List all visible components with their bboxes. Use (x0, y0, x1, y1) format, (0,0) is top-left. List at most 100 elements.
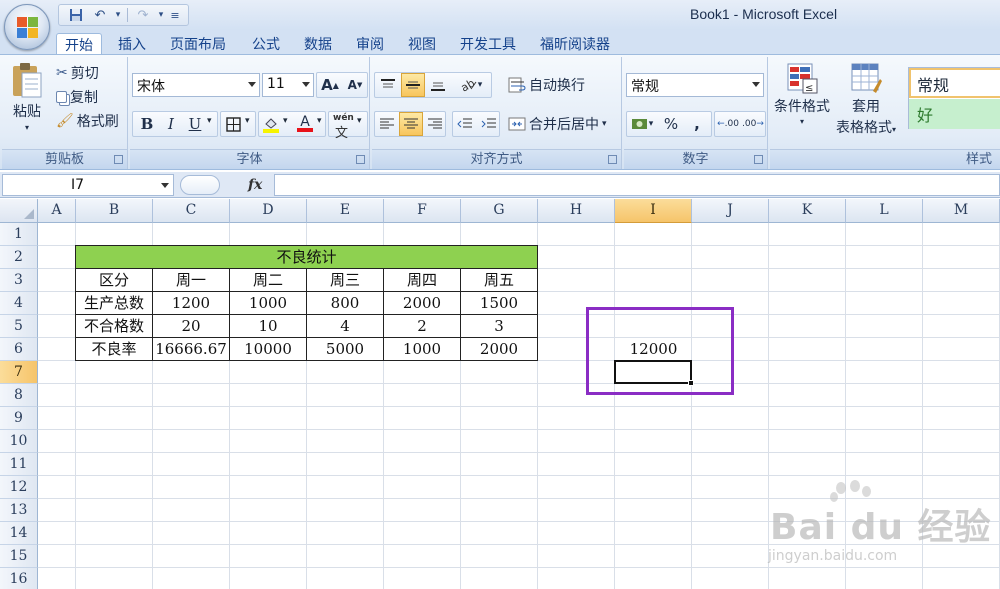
underline-button[interactable]: U (183, 112, 207, 136)
tab-view[interactable]: 视图 (400, 33, 444, 54)
undo-icon[interactable]: ↶ (89, 6, 111, 24)
borders-button[interactable]: ▾ (220, 111, 256, 137)
table-header-cell[interactable]: 周五 (461, 269, 538, 292)
align-left-icon[interactable] (375, 112, 399, 136)
formula-input[interactable] (274, 174, 1000, 196)
copy-button[interactable]: 复制 (56, 87, 98, 107)
shrink-font-button[interactable]: A ▼ (343, 73, 367, 97)
table-cell[interactable]: 20 (153, 315, 230, 338)
column-header-d[interactable]: D (230, 199, 307, 223)
table-header-cell[interactable]: 周三 (307, 269, 384, 292)
table-cell[interactable]: 10000 (230, 338, 307, 361)
align-middle-icon[interactable] (401, 73, 425, 97)
column-header-m[interactable]: M (923, 199, 1000, 223)
paste-button[interactable]: 粘贴 ▾ (10, 61, 44, 132)
decrease-decimal-button[interactable]: .00 → (741, 112, 765, 136)
row-header-11[interactable]: 11 (0, 453, 38, 476)
number-launcher-icon[interactable] (754, 155, 763, 164)
row-header-4[interactable]: 4 (0, 292, 38, 315)
table-title-cell[interactable]: 不良统计 (76, 246, 538, 269)
column-header-k[interactable]: K (769, 199, 846, 223)
row-header-8[interactable]: 8 (0, 384, 38, 407)
increase-indent-icon[interactable] (477, 112, 501, 136)
tab-review[interactable]: 审阅 (348, 33, 392, 54)
redo-icon[interactable]: ↷ (132, 6, 154, 24)
number-format-select[interactable]: 常规 (626, 73, 764, 97)
table-cell[interactable]: 16666.67 (153, 338, 230, 361)
font-color-button[interactable]: A (293, 112, 317, 136)
table-cell[interactable]: 1200 (153, 292, 230, 315)
row-header-15[interactable]: 15 (0, 545, 38, 568)
currency-button[interactable]: ▾ (627, 112, 657, 136)
column-header-a[interactable]: A (38, 199, 76, 223)
row-header-7[interactable]: 7 (0, 361, 38, 384)
table-header-cell[interactable]: 周一 (153, 269, 230, 292)
chevron-down-icon[interactable]: ▾ (113, 6, 123, 24)
row-header-9[interactable]: 9 (0, 407, 38, 430)
format-painter-button[interactable]: 🖌 格式刷 (56, 111, 119, 131)
name-box[interactable]: I7 (2, 174, 174, 196)
customize-qat-icon[interactable]: ≡ (168, 6, 182, 24)
column-header-l[interactable]: L (846, 199, 923, 223)
row-header-5[interactable]: 5 (0, 315, 38, 338)
table-header-cell[interactable]: 区分 (76, 269, 153, 292)
chevron-down-icon[interactable]: ▾ (156, 6, 166, 24)
column-header-g[interactable]: G (461, 199, 538, 223)
clipboard-launcher-icon[interactable] (114, 155, 123, 164)
table-cell[interactable]: 不合格数 (76, 315, 153, 338)
office-button[interactable] (4, 4, 50, 50)
align-center-icon[interactable] (399, 112, 423, 136)
align-bottom-icon[interactable] (426, 73, 450, 97)
table-cell[interactable]: 3 (461, 315, 538, 338)
chevron-down-icon[interactable]: ▾ (317, 116, 322, 126)
table-cell[interactable]: 10 (230, 315, 307, 338)
grow-font-button[interactable]: A ▲ (318, 73, 342, 97)
align-right-icon[interactable] (423, 112, 447, 136)
table-cell[interactable]: 不良率 (76, 338, 153, 361)
column-header-b[interactable]: B (76, 199, 153, 223)
insert-function-button[interactable]: fx (248, 177, 262, 193)
decrease-indent-icon[interactable] (453, 112, 477, 136)
column-header-e[interactable]: E (307, 199, 384, 223)
formula-pill[interactable] (180, 175, 220, 195)
percent-button[interactable]: % (659, 112, 683, 136)
table-header-cell[interactable]: 周二 (230, 269, 307, 292)
chevron-down-icon[interactable]: ▾ (207, 116, 212, 126)
wrap-text-button[interactable]: 自动换行 (508, 75, 585, 95)
merge-center-button[interactable]: 合并后居中 ▾ (508, 114, 607, 134)
format-as-table-button[interactable]: 套用 表格格式▾ (836, 61, 896, 137)
conditional-format-button[interactable]: ≤ 条件格式 ▾ (774, 61, 830, 126)
table-cell[interactable]: 5000 (307, 338, 384, 361)
table-cell[interactable]: 1000 (230, 292, 307, 315)
table-cell[interactable]: 生产总数 (76, 292, 153, 315)
row-header-1[interactable]: 1 (0, 223, 38, 246)
orientation-icon[interactable]: ab ▾ (455, 73, 487, 97)
table-cell[interactable]: 800 (307, 292, 384, 315)
alignment-launcher-icon[interactable] (608, 155, 617, 164)
save-icon[interactable] (65, 6, 87, 24)
table-cell[interactable]: 1500 (461, 292, 538, 315)
font-launcher-icon[interactable] (356, 155, 365, 164)
comma-button[interactable]: , (685, 112, 709, 136)
row-header-10[interactable]: 10 (0, 430, 38, 453)
tab-home[interactable]: 开始 (56, 33, 102, 54)
tab-foxit-reader[interactable]: 福昕阅读器 (532, 33, 618, 54)
fill-color-button[interactable] (259, 112, 283, 136)
table-cell[interactable]: 1000 (384, 338, 461, 361)
style-good[interactable]: 好 (909, 99, 1000, 129)
row-header-6[interactable]: 6 (0, 338, 38, 361)
select-all-button[interactable] (0, 199, 38, 223)
font-size-select[interactable]: 11 (262, 73, 314, 97)
table-cell[interactable]: 4 (307, 315, 384, 338)
table-header-cell[interactable]: 周四 (384, 269, 461, 292)
chevron-down-icon[interactable]: ▾ (283, 116, 288, 126)
style-normal[interactable]: 常规 (909, 68, 1000, 98)
row-header-14[interactable]: 14 (0, 522, 38, 545)
table-cell[interactable]: 2000 (461, 338, 538, 361)
column-header-j[interactable]: J (692, 199, 769, 223)
column-header-c[interactable]: C (153, 199, 230, 223)
phonetic-button[interactable]: wén 文 ▾ (328, 111, 368, 141)
increase-decimal-button[interactable]: ← .00 (716, 112, 740, 136)
tab-page-layout[interactable]: 页面布局 (162, 33, 234, 54)
column-header-h[interactable]: H (538, 199, 615, 223)
